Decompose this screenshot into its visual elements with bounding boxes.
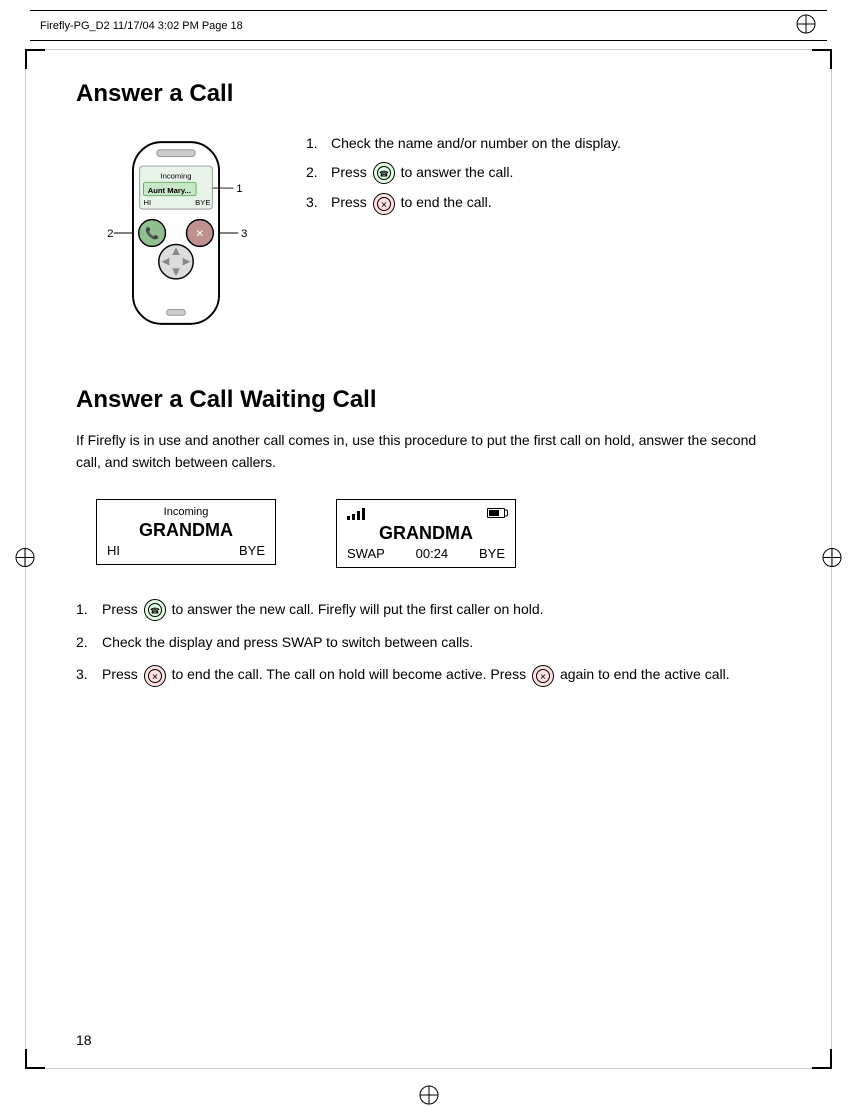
svg-text:3: 3 <box>241 228 247 240</box>
phone-screens: Incoming GRANDMA HI BYE <box>96 499 781 568</box>
bar4 <box>362 508 365 520</box>
svg-text:✕: ✕ <box>151 672 158 681</box>
svg-text:☎: ☎ <box>150 607 160 616</box>
screen1-name: GRANDMA <box>107 520 265 541</box>
signal-icon <box>347 506 365 520</box>
phone-illustration: Incoming Aunt Mary... HI BYE 📞 ✕ <box>76 123 276 346</box>
answer-icon: ☎ <box>373 162 395 184</box>
page-content: Answer a Call Incoming Aunt Mary... <box>25 49 832 1069</box>
answer-call-content: Incoming Aunt Mary... HI BYE 📞 ✕ <box>76 123 781 346</box>
svg-text:✕: ✕ <box>196 228 205 240</box>
step1: 1. Check the name and/or number on the d… <box>306 133 621 154</box>
screen2-swap: SWAP <box>347 546 385 561</box>
section2-title: Answer a Call Waiting Call <box>76 386 781 414</box>
end-icon-2: ✕ <box>144 665 166 687</box>
svg-text:HI: HI <box>143 198 151 207</box>
waiting-steps: 1. Press ☎ to answer the new call. Firef… <box>76 598 781 687</box>
header-bar: Firefly-PG_D2 11/17/04 3:02 PM Page 18 <box>30 10 827 41</box>
left-reg-mark <box>14 547 36 572</box>
screen2-status <box>347 506 505 520</box>
svg-text:✕: ✕ <box>380 200 387 209</box>
corner-tr <box>812 49 832 69</box>
svg-text:1: 1 <box>236 183 242 195</box>
end-icon: ✕ <box>373 193 395 215</box>
svg-text:2: 2 <box>107 228 113 240</box>
page-number: 18 <box>76 1032 92 1048</box>
screen2-time: 00:24 <box>416 546 449 561</box>
section1-title: Answer a Call <box>76 80 781 108</box>
bar3 <box>357 511 360 520</box>
step2: 2. Press ☎ to answer the call. <box>306 162 621 184</box>
screen2-bye: BYE <box>479 546 505 561</box>
corner-tl <box>25 49 45 69</box>
answer-call-instructions: 1. Check the name and/or number on the d… <box>306 123 621 223</box>
active-screen: GRANDMA SWAP 00:24 BYE <box>336 499 516 568</box>
svg-text:Incoming: Incoming <box>160 171 191 180</box>
battery-fill <box>489 510 499 516</box>
waiting-call-section: Answer a Call Waiting Call If Firefly is… <box>76 386 781 687</box>
answer-icon-2: ☎ <box>144 599 166 621</box>
right-reg-mark <box>821 547 843 572</box>
incoming-screen: Incoming GRANDMA HI BYE <box>96 499 276 565</box>
corner-bl <box>25 1049 45 1069</box>
step3: 3. Press ✕ to end the call. <box>306 192 621 214</box>
waiting-step2: 2. Check the display and press SWAP to s… <box>76 631 781 653</box>
waiting-step3: 3. Press ✕ to end the call. The call on … <box>76 663 781 686</box>
svg-text:☎: ☎ <box>379 170 389 179</box>
header-reg-mark <box>795 13 817 38</box>
screen2-bottom: SWAP 00:24 BYE <box>347 546 505 561</box>
screen1-bye: BYE <box>239 543 265 558</box>
screen1-hi: HI <box>107 543 120 558</box>
waiting-step1: 1. Press ☎ to answer the new call. Firef… <box>76 598 781 621</box>
battery-icon <box>487 508 505 518</box>
corner-br <box>812 1049 832 1069</box>
header-text: Firefly-PG_D2 11/17/04 3:02 PM Page 18 <box>40 20 243 32</box>
end-icon-3: ✕ <box>532 665 554 687</box>
svg-text:📞: 📞 <box>145 225 160 240</box>
screen2-name: GRANDMA <box>347 523 505 544</box>
screen1-bottom: HI BYE <box>107 543 265 558</box>
svg-text:✕: ✕ <box>540 672 547 681</box>
waiting-description: If Firefly is in use and another call co… <box>76 429 781 474</box>
answer-call-section: Answer a Call Incoming Aunt Mary... <box>76 80 781 346</box>
incoming-label: Incoming <box>107 506 265 518</box>
bottom-reg-mark <box>0 1084 857 1106</box>
bar1 <box>347 516 350 520</box>
svg-text:Aunt Mary...: Aunt Mary... <box>148 186 191 195</box>
svg-text:BYE: BYE <box>195 198 210 207</box>
bar2 <box>352 514 355 520</box>
